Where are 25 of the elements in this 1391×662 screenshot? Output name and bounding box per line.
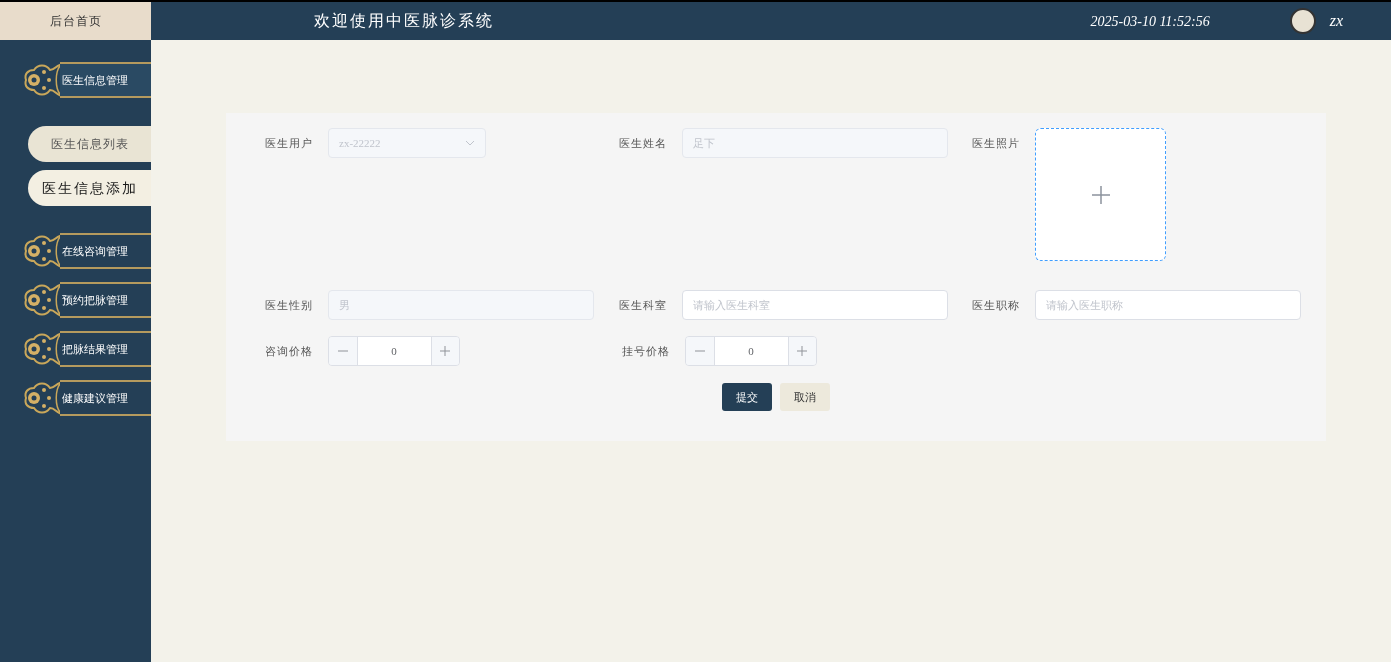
page-title: 欢迎使用中医脉诊系统: [314, 11, 494, 31]
upload-box[interactable]: [1035, 128, 1167, 261]
datetime: 2025-03-10 11:52:56: [1090, 12, 1210, 31]
submenu-item[interactable]: 医生信息列表: [28, 126, 151, 162]
field-label: 挂号价格: [622, 343, 671, 359]
menu-group[interactable]: 把脉结果管理: [60, 331, 151, 367]
plus-icon: [1091, 185, 1110, 204]
field-label: 医生性别: [265, 297, 314, 313]
home-link[interactable]: 后台首页: [0, 2, 151, 40]
menu-group[interactable]: 在线咨询管理: [60, 233, 151, 269]
avatar: [1289, 8, 1316, 34]
field-label: 医生职称: [972, 297, 1022, 313]
username: zx: [1329, 11, 1343, 31]
field-label: 医生姓名: [618, 135, 668, 151]
field-label: 医生照片: [972, 135, 1022, 151]
submit-button[interactable]: 提交: [722, 383, 772, 411]
chevron-down-icon: [465, 140, 475, 146]
menu-group[interactable]: 健康建议管理: [60, 380, 151, 416]
menu-group[interactable]: 医生信息管理: [60, 62, 151, 98]
field-label: 咨询价格: [265, 343, 314, 359]
menu-group[interactable]: 预约把脉管理: [60, 282, 151, 318]
field-label: 医生用户: [265, 135, 314, 151]
submenu-item[interactable]: 医生信息添加: [28, 170, 151, 206]
field-label: 医生科室: [618, 297, 668, 313]
cancel-button[interactable]: 取消: [780, 383, 830, 411]
